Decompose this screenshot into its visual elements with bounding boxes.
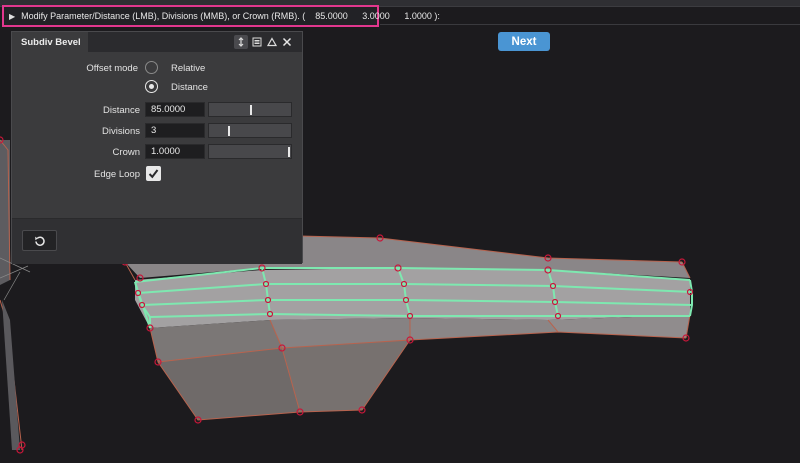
- radio-relative-label: Relative: [171, 63, 206, 74]
- crown-slider[interactable]: [208, 144, 292, 159]
- distance-slider-handle[interactable]: [250, 105, 252, 115]
- edge-loop-checkbox[interactable]: [146, 166, 161, 181]
- distance-label: Distance: [103, 105, 140, 116]
- distance-field[interactable]: 85.0000: [145, 102, 205, 117]
- radio-distance[interactable]: [145, 80, 158, 93]
- radio-relative[interactable]: [145, 61, 158, 74]
- subdiv-bevel-panel: Subdiv Bevel Offset mode Relative Distan…: [11, 31, 303, 264]
- prompt-value-divisions: 3.0000: [362, 11, 390, 21]
- reset-button[interactable]: [22, 230, 57, 251]
- offset-mode-label: Offset mode: [86, 63, 138, 74]
- prompt-value-distance: 85.0000: [315, 11, 348, 21]
- command-line-prompt[interactable]: ▶ Modify Parameter/Distance (LMB), Divis…: [2, 5, 440, 27]
- crown-field[interactable]: 1.0000: [145, 144, 205, 159]
- close-icon[interactable]: [280, 35, 294, 49]
- triangle-up-icon[interactable]: [265, 35, 279, 49]
- crown-label: Crown: [112, 147, 140, 158]
- panel-header[interactable]: Subdiv Bevel: [12, 32, 302, 52]
- panel-title[interactable]: Subdiv Bevel: [12, 32, 88, 52]
- triangle-right-icon[interactable]: ▶: [9, 12, 15, 21]
- panel-footer: [12, 218, 302, 264]
- divisions-slider[interactable]: [208, 123, 292, 138]
- command-prompt-text: Modify Parameter/Distance (LMB), Divisio…: [21, 11, 306, 21]
- divisions-label: Divisions: [101, 126, 140, 137]
- toolbar-divider: [380, 24, 800, 25]
- next-button[interactable]: Next: [498, 32, 550, 51]
- checkmark-icon: [148, 169, 159, 179]
- undo-icon: [34, 236, 45, 246]
- divisions-field[interactable]: 3: [145, 123, 205, 138]
- distance-slider[interactable]: [208, 102, 292, 117]
- pin-icon[interactable]: [234, 35, 248, 49]
- menu-icon[interactable]: [250, 35, 264, 49]
- radio-distance-label: Distance: [171, 82, 208, 93]
- prompt-value-crown: 1.0000 ):: [404, 11, 440, 21]
- edge-loop-label: Edge Loop: [94, 169, 140, 180]
- divisions-slider-handle[interactable]: [228, 126, 230, 136]
- crown-slider-handle[interactable]: [288, 147, 290, 157]
